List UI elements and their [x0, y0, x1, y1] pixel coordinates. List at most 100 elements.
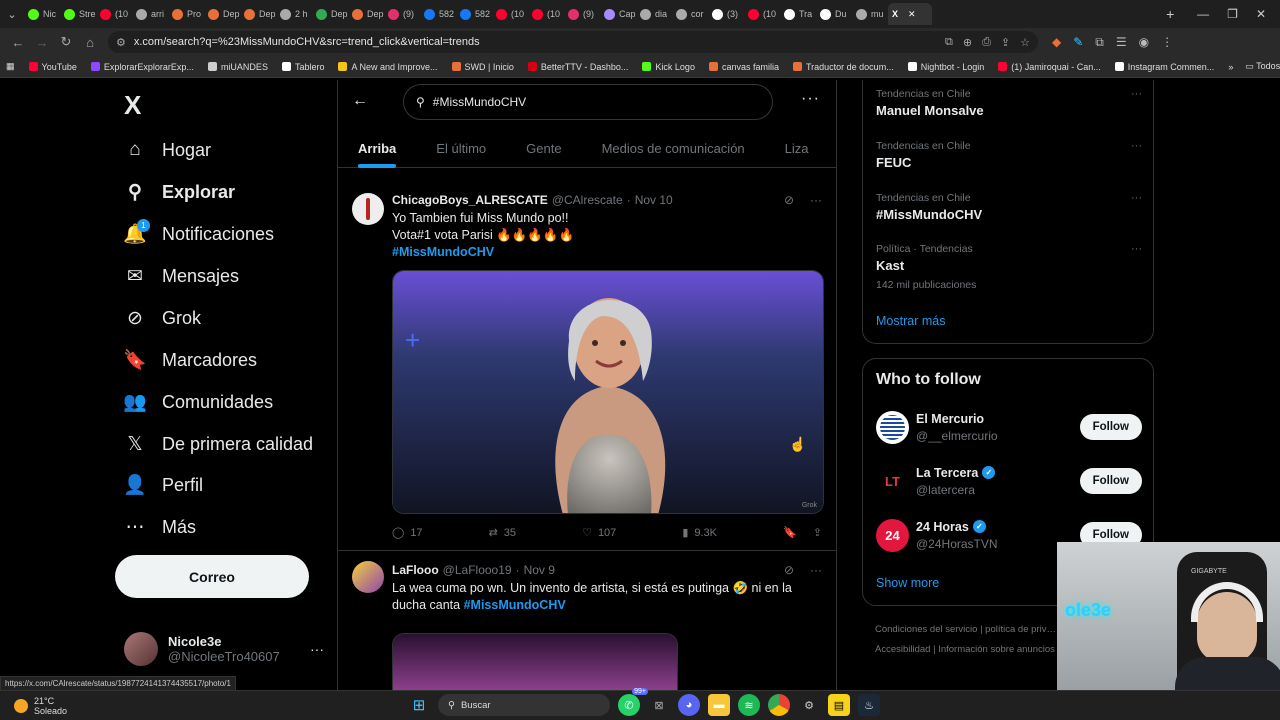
sidebar-item-more[interactable]: ⋯ Más: [124, 512, 197, 542]
browser-tab[interactable]: dia: [636, 3, 672, 25]
tweet-author-name[interactable]: LaFlooo: [392, 563, 439, 577]
menu-icon[interactable]: ⋮: [1161, 35, 1173, 50]
install-icon[interactable]: ⎙: [982, 36, 991, 49]
whatsapp-icon[interactable]: ✆ 99+: [618, 688, 648, 716]
bookmark-item[interactable]: A New and Improve...: [338, 62, 438, 72]
sidebar-item-notifications[interactable]: 🔔 1 Notificaciones: [123, 219, 274, 249]
x-logo[interactable]: X: [124, 90, 141, 121]
bookmark-item[interactable]: Tablero: [281, 62, 324, 72]
sidebar-item-messages[interactable]: ✉ Mensajes: [124, 261, 239, 291]
sidebar-item-bookmarks[interactable]: 🔖 Marcadores: [123, 345, 257, 375]
follow-suggestion[interactable]: LT La Tercera ✓ @latercera Follow: [876, 461, 1142, 501]
repost-button[interactable]: ⇄ 35: [489, 526, 516, 540]
new-tab-button[interactable]: +: [1157, 6, 1183, 22]
avatar[interactable]: LT: [876, 464, 909, 498]
browser-tab[interactable]: Nic: [24, 3, 60, 25]
trend-item[interactable]: Tendencias en Chile FEUC ···: [876, 140, 1142, 170]
bookmark-item[interactable]: Traductor de docum...: [792, 62, 894, 72]
extensions-icon[interactable]: ⧉: [1095, 35, 1104, 50]
settings-icon[interactable]: ⚙: [798, 694, 820, 716]
tab-search-icon[interactable]: ⌄: [0, 4, 24, 24]
tweet-author-handle[interactable]: @CAlrescate: [552, 193, 623, 207]
tab-3[interactable]: Medios de comunicación: [582, 128, 765, 168]
sidebar-item-explore[interactable]: ⚲ Explorar: [124, 177, 235, 207]
browser-tab[interactable]: Pro: [168, 3, 204, 25]
bookmark-item[interactable]: (1) Jamiroquai - Can...: [998, 62, 1101, 72]
grok-icon[interactable]: ⊘: [784, 563, 794, 577]
browser-tab[interactable]: 2 h: [276, 3, 312, 25]
bookmark-item[interactable]: Instagram Commen...: [1114, 62, 1214, 72]
tweet-more-icon[interactable]: ···: [810, 563, 822, 577]
trends-show-more[interactable]: Mostrar más: [876, 314, 945, 328]
trend-more-icon[interactable]: ···: [1131, 243, 1142, 255]
browser-tab[interactable]: arri: [132, 3, 168, 25]
chrome-icon[interactable]: [768, 694, 790, 716]
translate-icon[interactable]: ⧉: [945, 36, 953, 49]
tweet-avatar[interactable]: [352, 193, 384, 225]
reading-list-icon[interactable]: ☰: [1116, 35, 1127, 50]
tweet-author-name[interactable]: ChicagoBoys_ALRESCATE: [392, 193, 548, 207]
spotify-icon[interactable]: ≋: [738, 694, 760, 716]
tweet-date[interactable]: Nov 9: [524, 563, 555, 577]
bookmark-item[interactable]: ExplorarExplorarExp...: [90, 62, 194, 72]
like-button[interactable]: ♡ 107: [582, 526, 616, 540]
follow-show-more[interactable]: Show more: [876, 576, 939, 590]
tweet-more-icon[interactable]: ···: [810, 193, 822, 207]
sidebar-item-premium[interactable]: 𝕏 De primera calidad: [124, 429, 313, 459]
sidebar-item-grok[interactable]: ⊘ Grok: [124, 303, 201, 333]
tweet-date[interactable]: Nov 10: [635, 193, 673, 207]
reply-button[interactable]: ◯ 17: [392, 526, 423, 540]
tweet-author-handle[interactable]: @LaFlooo19: [443, 563, 512, 577]
omnibox[interactable]: ⚙ x.com/search?q=%23MissMundoCHV&src=tre…: [108, 31, 1038, 53]
sticky-notes-icon[interactable]: ▤: [828, 694, 850, 716]
follow-button[interactable]: Follow: [1079, 468, 1142, 494]
bookmark-item[interactable]: miUANDES: [207, 62, 268, 72]
tweet-hashtag[interactable]: #MissMundoCHV: [392, 244, 822, 261]
views-button[interactable]: ▮ 9.3K: [682, 526, 717, 540]
trend-item[interactable]: Tendencias en Chile Manuel Monsalve ···: [876, 88, 1142, 118]
file-explorer-icon[interactable]: ▬: [708, 694, 730, 716]
bookmark-item[interactable]: canvas familia: [708, 62, 779, 72]
sidebar-item-communities[interactable]: 👥 Comunidades: [123, 387, 273, 417]
tweet[interactable]: LaFlooo @LaFlooo19 · Nov 9 ⊘ ··· La wea …: [338, 551, 836, 690]
bookmark-item[interactable]: Kick Logo: [642, 62, 695, 72]
follow-button[interactable]: Follow: [1079, 414, 1142, 440]
discord-icon[interactable]: ◕: [678, 694, 700, 716]
reload-icon[interactable]: ↻: [54, 34, 78, 50]
bookmark-item[interactable]: YouTube: [28, 62, 77, 72]
browser-tab[interactable]: cor: [672, 3, 708, 25]
share-icon[interactable]: ⇪: [813, 526, 822, 539]
star-icon[interactable]: ☆: [1020, 36, 1030, 49]
browser-tab[interactable]: Dep: [204, 3, 240, 25]
back-icon[interactable]: ←: [6, 35, 30, 50]
browser-tab[interactable]: Tra: [780, 3, 816, 25]
tweet-image[interactable]: + Grok: [392, 270, 824, 514]
browser-tab[interactable]: 582: [420, 3, 456, 25]
post-button[interactable]: Correo: [115, 555, 309, 598]
account-switcher[interactable]: Nicole3e @NicoleeTro40607 ···: [124, 632, 324, 666]
follow-suggestion[interactable]: El Mercurio @__elmercurio Follow: [876, 407, 1142, 447]
browser-tab[interactable]: (3): [708, 3, 744, 25]
trend-item[interactable]: Política · Tendencias Kast 142 mil publica…: [876, 243, 1142, 291]
zoom-icon[interactable]: ⊕: [963, 36, 972, 49]
tweet[interactable]: ChicagoBoys_ALRESCATE @CAlrescate · Nov …: [338, 181, 836, 551]
browser-tab[interactable]: (9): [384, 3, 420, 25]
xbox-icon[interactable]: ⊠: [648, 694, 670, 716]
share-icon[interactable]: ⇪: [1001, 36, 1010, 49]
avatar[interactable]: [876, 410, 909, 444]
tab-0[interactable]: Arriba: [338, 128, 416, 168]
forward-icon[interactable]: →: [30, 35, 54, 50]
trend-more-icon[interactable]: ···: [1131, 88, 1142, 100]
close-tab-icon[interactable]: ✕: [908, 9, 916, 20]
restore-icon[interactable]: ❐: [1227, 7, 1238, 21]
browser-tab[interactable]: Cap: [600, 3, 636, 25]
browser-tab[interactable]: Du: [816, 3, 852, 25]
home-icon[interactable]: ⌂: [78, 35, 102, 50]
close-window-icon[interactable]: ✕: [1256, 7, 1266, 21]
extension-fox-icon[interactable]: ◆: [1052, 35, 1061, 50]
back-arrow-icon[interactable]: ←: [352, 92, 368, 110]
tab-1[interactable]: El último: [416, 128, 506, 168]
trend-more-icon[interactable]: ···: [1131, 192, 1142, 204]
browser-tab[interactable]: Stre: [60, 3, 96, 25]
search-options-icon[interactable]: ···: [801, 90, 820, 108]
